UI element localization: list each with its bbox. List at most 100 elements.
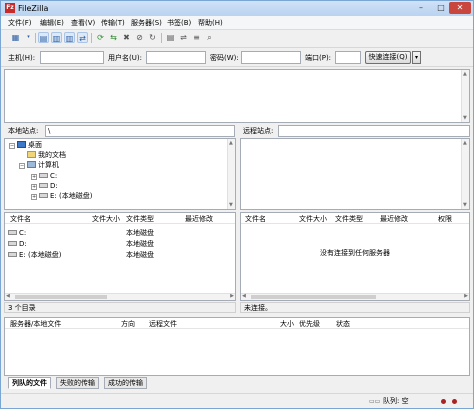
remote-site-header: 远程站点: <box>240 125 470 138</box>
username-label: 用户名(U): <box>108 54 142 62</box>
drive-icon <box>39 183 48 188</box>
remote-site-label: 远程站点: <box>243 127 274 135</box>
col-filetype[interactable]: 文件类型 <box>126 215 154 223</box>
menu-help[interactable]: 帮助(H) <box>198 18 223 28</box>
not-connected-message: 没有连接到任何服务器 <box>320 249 390 257</box>
tab-failed-transfers[interactable]: 失败的传输 <box>56 377 99 389</box>
tree-node-drive-d[interactable]: + D: <box>31 182 58 191</box>
col-remote-file[interactable]: 远程文件 <box>149 320 177 328</box>
toggle-sync-browsing-icon[interactable]: ⇌ <box>178 32 189 43</box>
menu-bookmarks[interactable]: 书签(B) <box>167 18 191 28</box>
reconnect-icon[interactable]: ↻ <box>147 32 158 43</box>
folder-icon <box>27 151 36 158</box>
window-title: FileZilla <box>18 4 49 13</box>
transfer-indicator-icon: ▭▭ <box>369 398 381 405</box>
tab-successful-transfers[interactable]: 成功的传输 <box>104 377 147 389</box>
refresh-icon[interactable]: ⟳ <box>95 32 106 43</box>
maximize-button[interactable]: □ <box>431 2 451 14</box>
password-input[interactable] <box>241 51 301 64</box>
site-manager-icon[interactable]: ▦ <box>10 32 21 43</box>
local-directory-tree: − 桌面 我的文档 − 计算机 + C: + D: + E: (本地磁盘) ▲ ▼ <box>4 138 236 210</box>
toggle-log-icon[interactable]: ▤ <box>38 32 49 43</box>
expand-icon[interactable]: + <box>31 174 37 180</box>
disconnect-icon[interactable]: ⊘ <box>134 32 145 43</box>
tree-node-my-documents[interactable]: 我的文档 <box>27 151 66 160</box>
toggle-local-tree-icon[interactable]: ▥ <box>51 32 62 43</box>
local-path-input[interactable]: \ <box>45 125 235 137</box>
tree-node-drive-e[interactable]: + E: (本地磁盘) <box>31 192 92 201</box>
menu-view[interactable]: 查看(V) <box>71 18 95 28</box>
cancel-operation-icon[interactable]: ✖ <box>121 32 132 43</box>
log-scrollbar[interactable]: ▲ ▼ <box>461 70 469 122</box>
quickconnect-bar: 主机(H): 用户名(U): 密码(W): 端口(P): 快速连接(Q) ▾ <box>1 47 473 67</box>
host-input[interactable] <box>40 51 104 64</box>
col-priority[interactable]: 优先级 <box>299 320 320 328</box>
port-input[interactable] <box>335 51 361 64</box>
collapse-icon[interactable]: − <box>9 143 15 149</box>
col-permissions[interactable]: 权限 <box>438 215 452 223</box>
queue-column-header: 服务器/本地文件 方向 远程文件 大小 优先级 状态 <box>5 318 469 329</box>
toggle-remote-tree-icon[interactable]: ▥ <box>64 32 75 43</box>
local-tree-scrollbar[interactable]: ▲ ▼ <box>227 139 235 209</box>
local-column-header: 文件名 文件大小 文件类型 最近修改 <box>5 213 235 224</box>
expand-icon[interactable]: + <box>31 184 37 190</box>
transfer-queue: 服务器/本地文件 方向 远程文件 大小 优先级 状态 <box>4 317 470 376</box>
close-button[interactable]: ✕ <box>449 2 471 14</box>
table-row[interactable]: C: 本地磁盘 <box>5 228 235 239</box>
col-filename[interactable]: 文件名 <box>245 215 266 223</box>
remote-status: 未连接。 <box>240 302 470 313</box>
menu-bar: 文件(F) 编辑(E) 查看(V) 传输(T) 服务器(S) 书签(B) 帮助(… <box>1 16 473 30</box>
tree-node-computer[interactable]: − 计算机 <box>19 161 59 170</box>
site-manager-dropdown-icon[interactable]: ▾ <box>23 32 34 43</box>
menu-file[interactable]: 文件(F) <box>8 18 32 28</box>
directory-listing-filter-icon[interactable]: ▤ <box>165 32 176 43</box>
title-bar: Fz FileZilla – □ ✕ <box>1 1 473 16</box>
quickconnect-history-dropdown[interactable]: ▾ <box>412 51 421 64</box>
queue-status: 队列: 空 <box>383 397 409 405</box>
host-label: 主机(H): <box>8 54 36 62</box>
local-file-list: 文件名 文件大小 文件类型 最近修改 C: 本地磁盘 D: 本地磁盘 E: (本… <box>4 212 236 301</box>
remote-list-hscrollbar[interactable]: ◀ ▶ <box>241 293 469 300</box>
table-row[interactable]: D: 本地磁盘 <box>5 239 235 250</box>
queue-tabs: 列队的文件 失败的传输 成功的传输 <box>4 377 470 390</box>
menu-transfer[interactable]: 传输(T) <box>101 18 125 28</box>
menu-edit[interactable]: 编辑(E) <box>40 18 64 28</box>
status-bar: ▭▭ 队列: 空 <box>1 393 473 408</box>
col-filesize[interactable]: 文件大小 <box>299 215 327 223</box>
col-filesize[interactable]: 文件大小 <box>92 215 120 223</box>
table-row[interactable]: E: (本地磁盘) 本地磁盘 <box>5 250 235 261</box>
col-filename[interactable]: 文件名 <box>10 215 31 223</box>
col-server-local-file[interactable]: 服务器/本地文件 <box>10 320 61 328</box>
process-queue-icon[interactable]: ⇆ <box>108 32 119 43</box>
local-site-label: 本地站点: <box>8 127 39 135</box>
col-modified[interactable]: 最近修改 <box>380 215 408 223</box>
local-list-hscrollbar[interactable]: ◀ ▶ <box>5 293 235 300</box>
quickconnect-button[interactable]: 快速连接(Q) <box>365 51 411 64</box>
directory-comparison-icon[interactable]: ≡ <box>191 32 202 43</box>
search-remote-files-icon[interactable]: ⌕ <box>204 32 215 43</box>
local-site-header: 本地站点: \ <box>4 125 236 138</box>
toggle-queue-icon[interactable]: ⇄ <box>77 32 88 43</box>
expand-icon[interactable]: + <box>31 194 37 200</box>
col-modified[interactable]: 最近修改 <box>185 215 213 223</box>
port-label: 端口(P): <box>305 54 332 62</box>
minimize-button[interactable]: – <box>411 2 431 14</box>
tab-queued-files[interactable]: 列队的文件 <box>8 377 51 389</box>
remote-path-input[interactable] <box>278 125 470 137</box>
remote-column-header: 文件名 文件大小 文件类型 最近修改 权限 <box>241 213 469 224</box>
drive-icon <box>39 193 48 198</box>
col-direction[interactable]: 方向 <box>121 320 135 328</box>
drive-icon <box>39 173 48 178</box>
remote-tree-scrollbar[interactable]: ▲ ▼ <box>461 139 469 209</box>
remote-file-list: 文件名 文件大小 文件类型 最近修改 权限 没有连接到任何服务器 ◀ ▶ <box>240 212 470 301</box>
tree-node-desktop[interactable]: − 桌面 <box>9 141 42 150</box>
col-filetype[interactable]: 文件类型 <box>335 215 363 223</box>
username-input[interactable] <box>146 51 206 64</box>
col-size[interactable]: 大小 <box>280 320 294 328</box>
collapse-icon[interactable]: − <box>19 163 25 169</box>
col-status[interactable]: 状态 <box>336 320 350 328</box>
filezilla-window: Fz FileZilla – □ ✕ 文件(F) 编辑(E) 查看(V) 传输(… <box>0 0 474 409</box>
desktop-icon <box>17 141 26 148</box>
menu-server[interactable]: 服务器(S) <box>131 18 162 28</box>
tree-node-drive-c[interactable]: + C: <box>31 172 57 181</box>
